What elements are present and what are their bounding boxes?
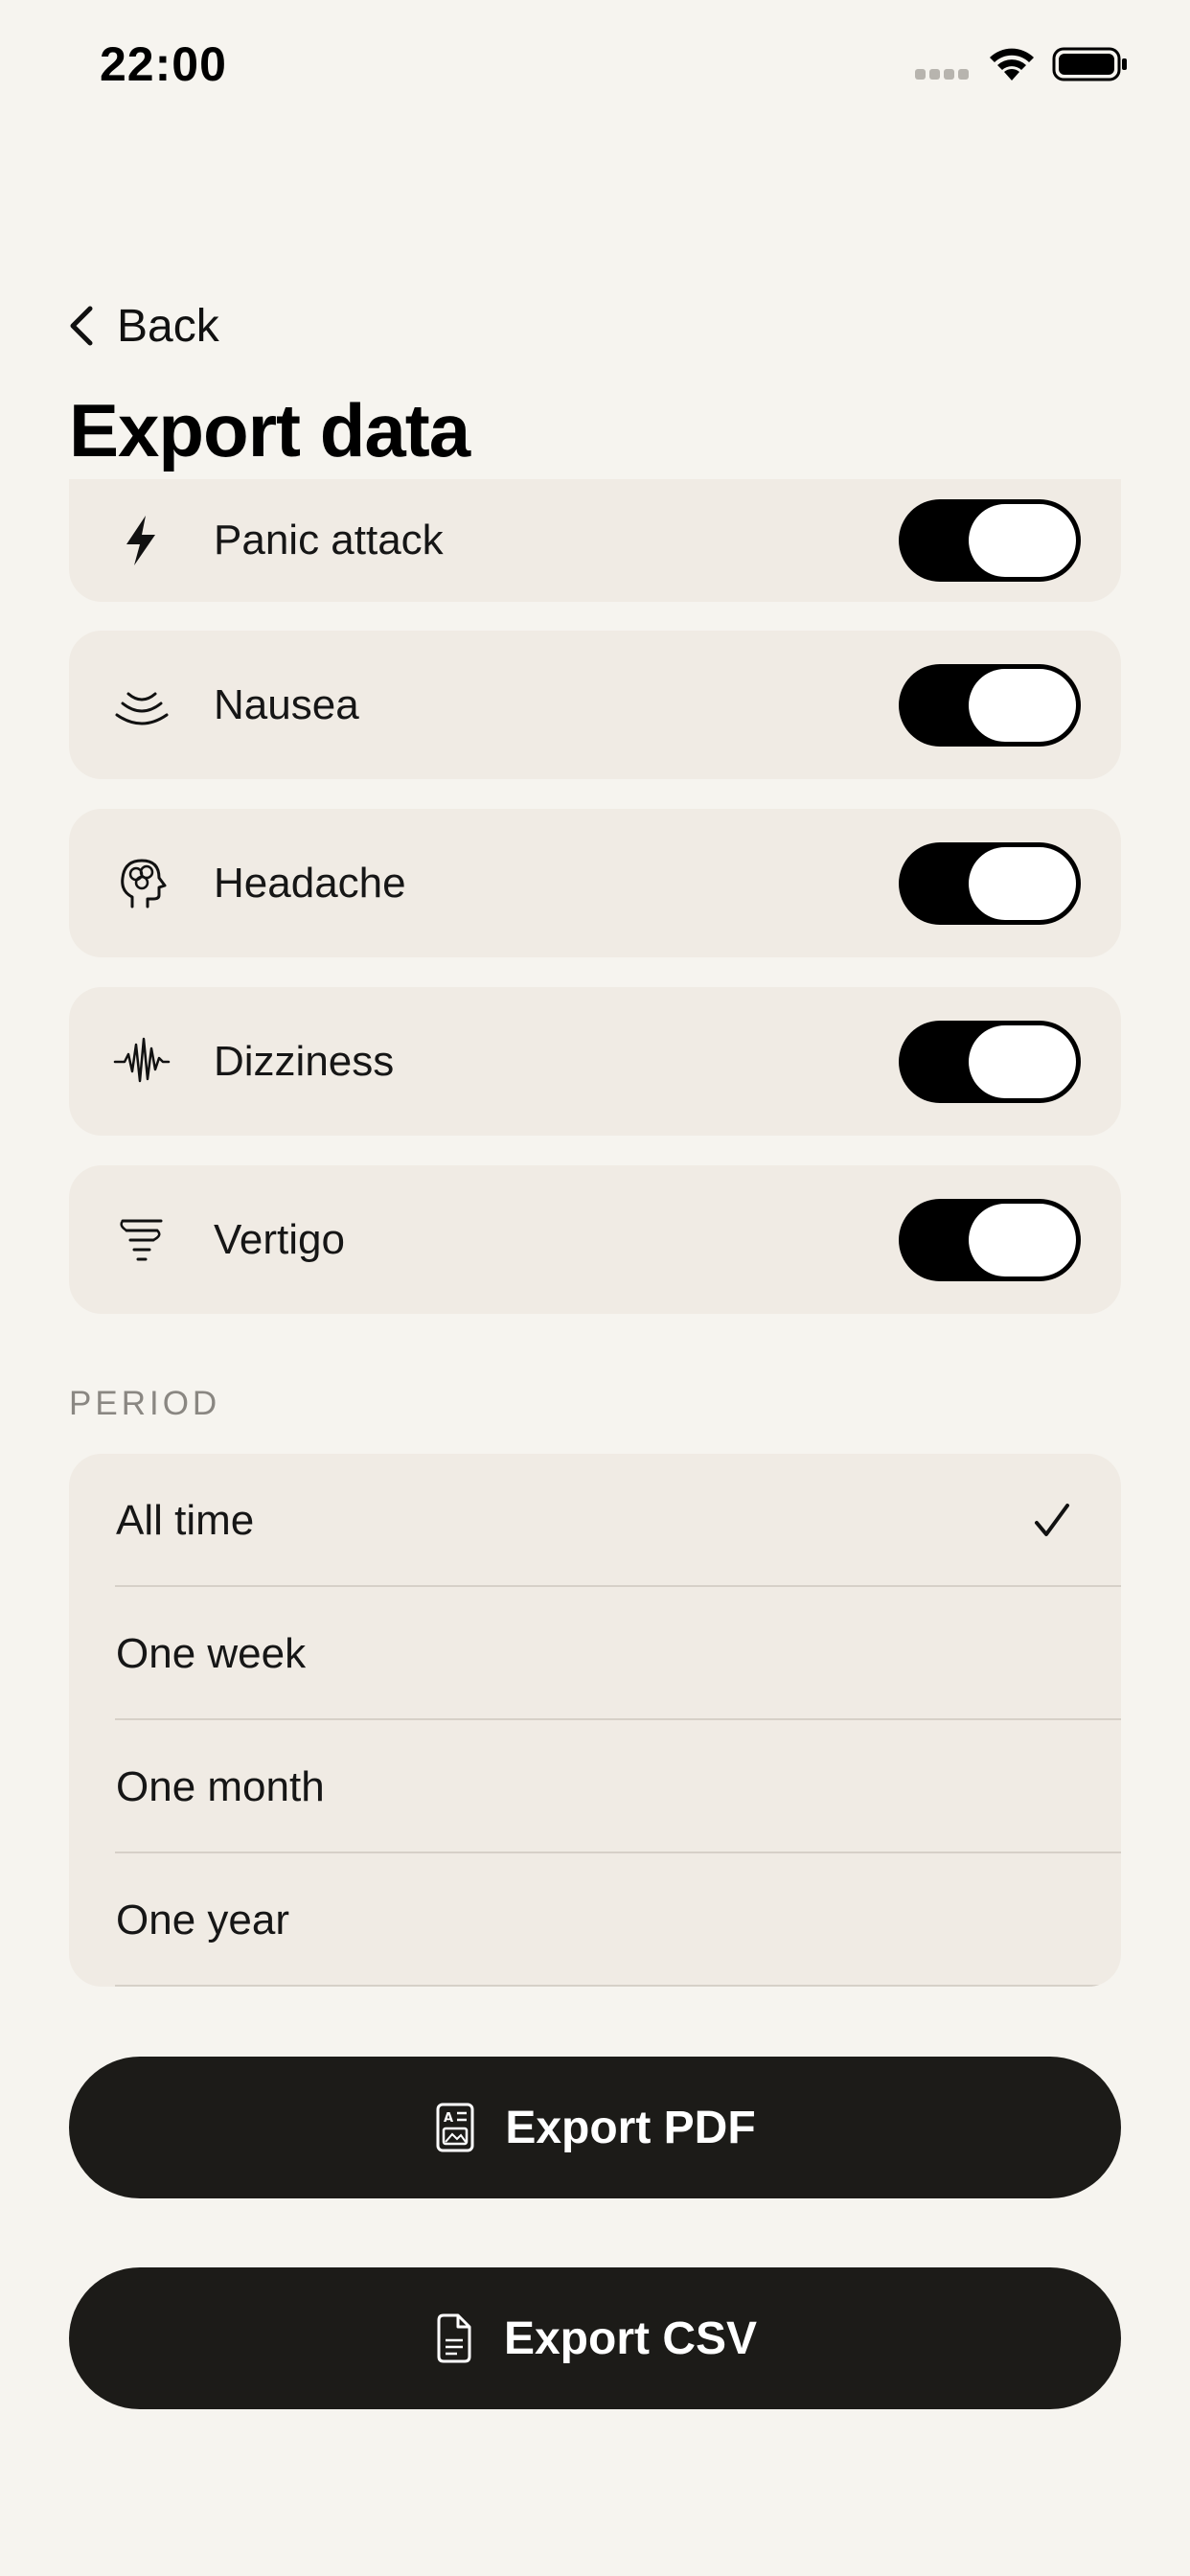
back-label: Back — [117, 300, 219, 352]
symptom-label: Headache — [214, 859, 406, 907]
status-time: 22:00 — [100, 37, 227, 91]
symptom-label: Dizziness — [214, 1037, 395, 1085]
dizziness-toggle[interactable] — [899, 1020, 1081, 1103]
symptom-label: Nausea — [214, 680, 359, 728]
nausea-toggle[interactable] — [899, 663, 1081, 747]
vertigo-toggle[interactable] — [899, 1198, 1081, 1281]
panic-attack-toggle[interactable] — [899, 499, 1081, 582]
symptom-row-nausea: Nausea — [69, 631, 1121, 779]
cellular-signal-icon — [915, 69, 971, 82]
pdf-document-icon: A — [436, 2103, 474, 2152]
export-csv-button[interactable]: Export CSV — [69, 2267, 1121, 2409]
lightning-icon — [126, 516, 155, 565]
toggle-knob — [969, 504, 1076, 577]
waveform-icon — [113, 1037, 171, 1082]
chevron-left-icon — [70, 306, 93, 346]
symptom-label: Panic attack — [214, 517, 444, 564]
toggle-knob — [969, 846, 1076, 920]
symptom-label: Vertigo — [214, 1215, 345, 1263]
toggle-knob — [969, 668, 1076, 742]
period-section-header: PERIOD — [69, 1385, 221, 1422]
toggle-knob — [969, 1203, 1076, 1276]
svg-text:A: A — [444, 2111, 453, 2126]
period-option-one-week[interactable]: One week — [69, 1587, 1121, 1720]
tornado-icon — [120, 1219, 163, 1260]
toggle-knob — [969, 1024, 1076, 1098]
symptom-row-panic-attack: Panic attack — [69, 479, 1121, 602]
wifi-icon — [990, 48, 1034, 80]
period-label: One year — [116, 1896, 289, 1944]
back-button[interactable]: Back — [67, 297, 219, 355]
page-title: Export data — [69, 388, 470, 472]
divider — [115, 1985, 1121, 1987]
export-pdf-button[interactable]: A Export PDF — [69, 2057, 1121, 2198]
period-option-one-month[interactable]: One month — [69, 1720, 1121, 1853]
symptom-row-dizziness: Dizziness — [69, 987, 1121, 1136]
period-options-card: All time One week One month One year — [69, 1454, 1121, 1987]
export-pdf-label: Export PDF — [505, 2102, 756, 2153]
period-option-all-time[interactable]: All time — [69, 1454, 1121, 1587]
period-label: One week — [116, 1629, 307, 1677]
head-brain-icon — [121, 859, 167, 908]
symptom-row-vertigo: Vertigo — [69, 1165, 1121, 1314]
document-icon — [437, 2313, 471, 2363]
checkmark-icon — [1035, 1503, 1069, 1536]
battery-icon — [1052, 47, 1127, 81]
export-csv-label: Export CSV — [503, 2312, 758, 2364]
period-label: One month — [116, 1762, 325, 1810]
period-label: All time — [116, 1496, 255, 1544]
nausea-waves-icon — [115, 692, 169, 724]
headache-toggle[interactable] — [899, 841, 1081, 925]
period-option-one-year[interactable]: One year — [69, 1853, 1121, 1987]
export-data-screen: 22:00 Back Export data Panic attack Naus… — [0, 0, 1190, 2576]
status-bar: 22:00 — [0, 0, 1190, 134]
symptom-row-headache: Headache — [69, 809, 1121, 957]
